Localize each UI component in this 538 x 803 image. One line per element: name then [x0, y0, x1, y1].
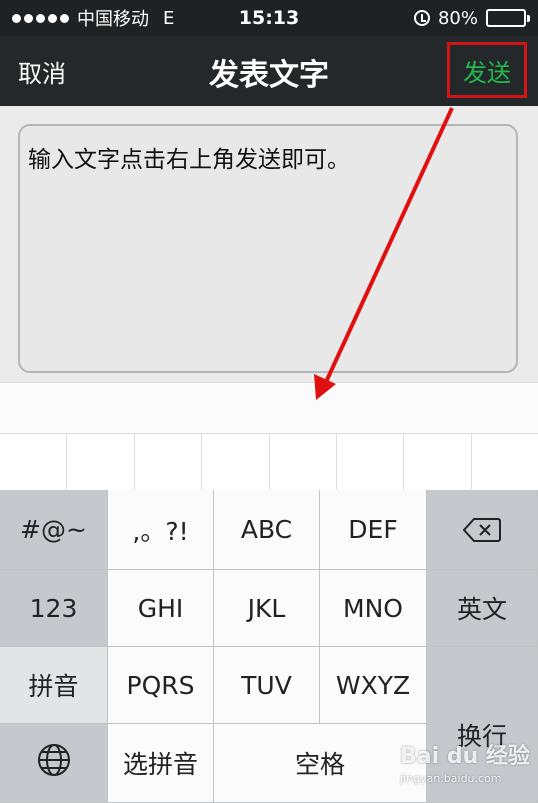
- candidate-cell: [0, 434, 68, 490]
- def-key[interactable]: DEF: [320, 490, 427, 570]
- battery-icon: [486, 9, 530, 27]
- candidate-cell: [202, 434, 270, 490]
- status-right: 80%: [413, 7, 530, 29]
- globe-icon: [37, 743, 71, 783]
- signal-strength-icon: [12, 13, 69, 23]
- candidate-cell: [337, 434, 405, 490]
- jkl-key[interactable]: JKL: [214, 570, 320, 647]
- watermark-url: jingyan.baidu.com: [400, 772, 502, 785]
- nav-bar: 取消 发表文字 发送: [0, 36, 538, 106]
- status-bar: 中国移动 E 15:13 80%: [0, 0, 538, 36]
- choose-pinyin-key[interactable]: 选拼音: [108, 724, 214, 803]
- english-key[interactable]: 英文: [427, 570, 538, 647]
- pqrs-key[interactable]: PQRS: [108, 647, 214, 724]
- send-button[interactable]: 发送: [447, 42, 527, 98]
- candidate-cell: [472, 434, 538, 490]
- battery-percent: 80%: [437, 7, 478, 29]
- backspace-icon: [462, 517, 501, 542]
- mno-key[interactable]: MNO: [320, 570, 427, 647]
- compose-text-input[interactable]: 输入文字点击右上角发送即可。: [18, 124, 518, 373]
- space-key[interactable]: 空格: [214, 724, 427, 803]
- pinyin-key[interactable]: 拼音: [0, 647, 108, 724]
- numbers-key[interactable]: 123: [0, 570, 108, 647]
- alarm-icon: [413, 10, 430, 26]
- candidate-cell: [270, 434, 337, 490]
- punctuation-key[interactable]: ,。?!: [108, 490, 214, 570]
- candidate-cells: [0, 434, 538, 490]
- watermark-logo: Bai du 经验 jingyan.baidu.com: [400, 738, 530, 798]
- status-left: 中国移动 E: [12, 5, 174, 31]
- candidate-bar: [0, 382, 538, 434]
- carrier-name: 中国移动: [77, 9, 149, 30]
- tuv-key[interactable]: TUV: [214, 647, 320, 724]
- abc-key[interactable]: ABC: [214, 490, 320, 570]
- wxyz-key[interactable]: WXYZ: [320, 647, 427, 724]
- symbols-key[interactable]: #@~: [0, 490, 108, 570]
- network-type: E: [163, 7, 175, 29]
- candidate-cell: [135, 434, 203, 490]
- compose-area: 输入文字点击右上角发送即可。: [0, 106, 538, 382]
- candidate-cell: [67, 434, 135, 490]
- watermark-brand: Bai du 经验: [400, 744, 530, 769]
- backspace-key[interactable]: [427, 490, 538, 570]
- cancel-button[interactable]: 取消: [18, 54, 66, 89]
- candidate-cell: [404, 434, 472, 490]
- ghi-key[interactable]: GHI: [108, 570, 214, 647]
- globe-key[interactable]: [0, 724, 108, 803]
